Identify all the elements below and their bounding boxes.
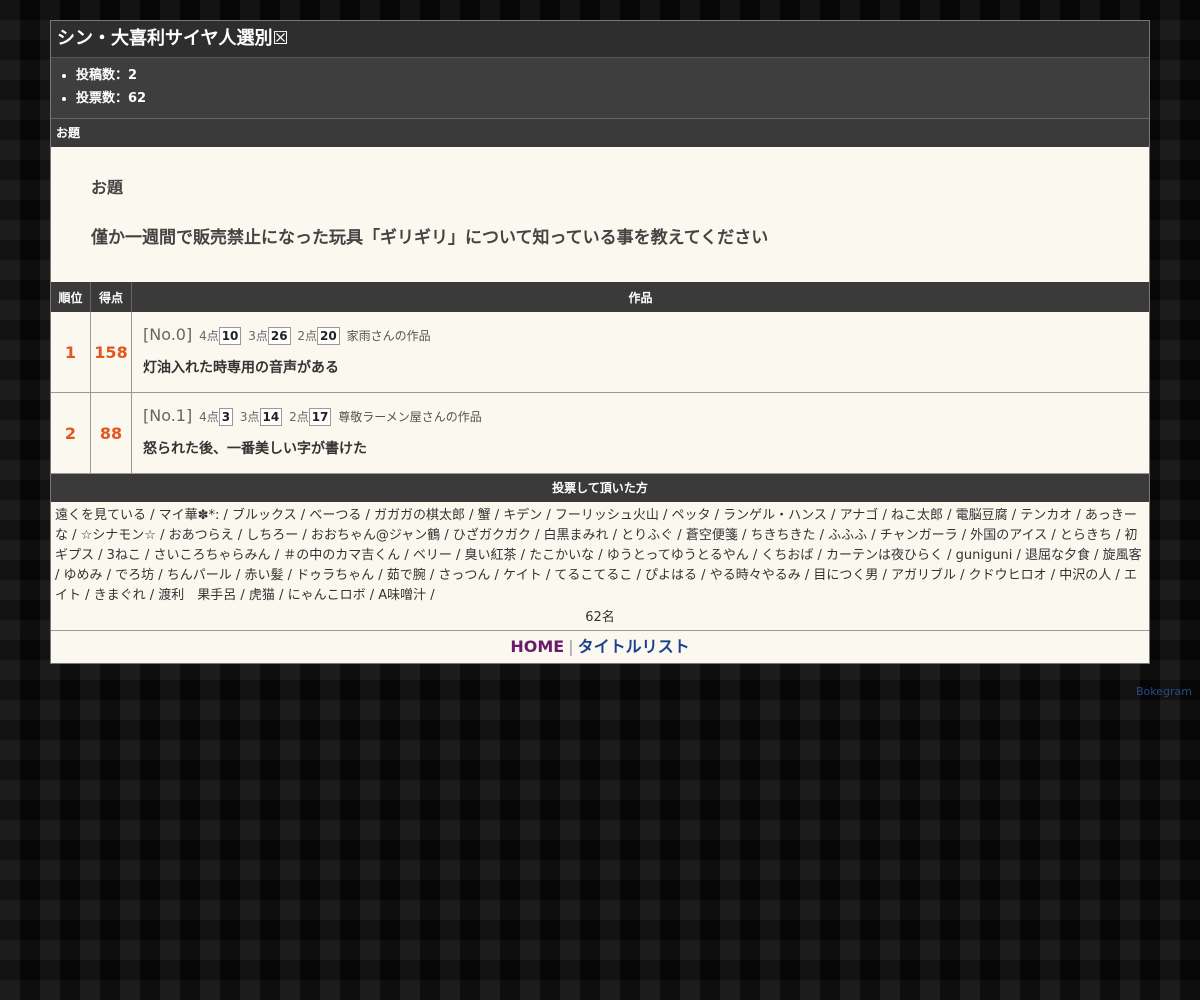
work-cell: [No.0] 4点 10 3点 26 2点 20 家雨さんの作品 灯油入れた時専用の音…: [131, 312, 1149, 393]
post-count: 投稿数：2: [76, 64, 1149, 87]
points-2-count: 17: [308, 408, 332, 426]
work-cell: [No.1] 4点 3 3点 14 2点 17 尊敬ラーメン屋さんの作品 怒られた後、…: [131, 392, 1149, 474]
points-3-count: 14: [259, 408, 283, 426]
table-row: 1 158 [No.0] 4点 10 3点 26 2点 20 家雨さんの作品 灯油入れ…: [51, 312, 1149, 393]
entry-number: [No.0]: [143, 325, 193, 344]
table-row: 2 88 [No.1] 4点 3 3点 14 2点 17 尊敬ラーメン屋さんの作品 怒…: [51, 392, 1149, 474]
results-table: 順位 得点 作品 1 158 [No.0] 4点 10 3点 26 2点 20 家雨さ…: [51, 282, 1149, 474]
score-cell: 88: [90, 392, 132, 474]
rank-cell: 1: [51, 312, 91, 393]
points-3-label: 3点: [248, 329, 268, 343]
score-cell: 158: [90, 312, 132, 393]
voter-count: 62名: [51, 608, 1149, 631]
entry-number: [No.1]: [143, 406, 193, 425]
topic-section-header: お題: [51, 119, 1149, 147]
voter-list: 遠くを見ている / マイ華✽*: / ブルックス / べーつる / ガガガの棋太…: [55, 508, 1142, 603]
voters-section-header: 投票して頂いた方: [51, 474, 1149, 502]
nav-separator: |: [568, 637, 574, 656]
points-3-count: 26: [267, 327, 291, 345]
points-2-count: 20: [317, 327, 340, 345]
vote-count: 投票数：62: [76, 87, 1149, 110]
entry-text: 灯油入れた時専用の音声がある: [143, 360, 339, 376]
points-4-count: 3: [218, 408, 234, 426]
rank-cell: 2: [51, 392, 91, 474]
column-header-score: 得点: [90, 282, 132, 312]
topic-label: お題: [91, 178, 124, 197]
entry-author: 家雨さんの作品: [346, 329, 431, 343]
results-panel: シン・大喜利サイヤ人選別☒ 投稿数：2 投票数：62 お題 お題 僅か一週間で販…: [50, 20, 1150, 664]
entry-author: 尊敬ラーメン屋さんの作品: [338, 410, 482, 424]
entry-text: 怒られた後、一番美しい字が書けた: [143, 441, 367, 457]
topic-box: お題 僅か一週間で販売禁止になった玩具「ギリギリ」について知っている事を教えてく…: [51, 147, 1149, 282]
topic-text: 僅か一週間で販売禁止になった玩具「ギリギリ」について知っている事を教えてください: [91, 228, 769, 248]
title-list-link[interactable]: タイトルリスト: [578, 637, 690, 656]
points-4-label: 4点: [199, 410, 219, 424]
points-4-label: 4点: [199, 329, 219, 343]
column-header-work: 作品: [131, 282, 1149, 312]
points-2-label: 2点: [289, 410, 309, 424]
points-2-label: 2点: [297, 329, 318, 343]
home-link[interactable]: HOME: [510, 637, 564, 656]
footer-nav: HOME | タイトルリスト: [51, 631, 1149, 663]
page-title: シン・大喜利サイヤ人選別☒: [51, 21, 1149, 58]
credit-link[interactable]: Bokegram: [1136, 685, 1192, 698]
column-header-rank: 順位: [51, 282, 91, 312]
points-4-count: 10: [218, 327, 242, 345]
points-3-label: 3点: [239, 410, 260, 424]
stats-list: 投稿数：2 投票数：62: [51, 58, 1149, 119]
